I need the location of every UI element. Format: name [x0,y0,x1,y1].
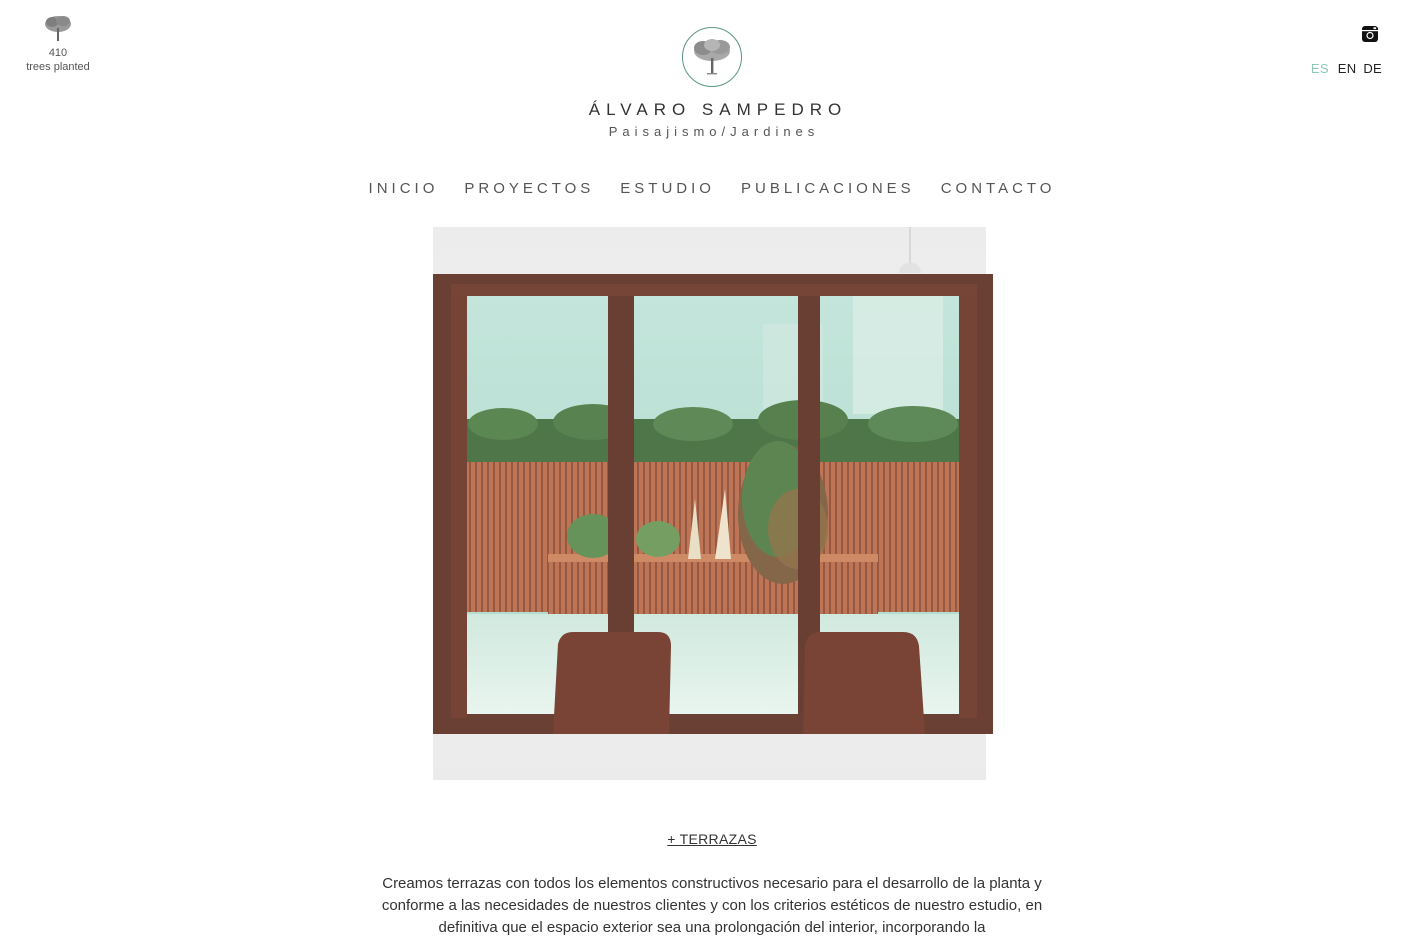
nav-item-publicaciones[interactable]: PUBLICACIONES [741,180,915,197]
trees-label: trees planted [26,61,90,73]
main-nav: INICIO PROYECTOS ESTUDIO PUBLICACIONES C… [0,180,1424,197]
section-description: Creamos terrazas con todos los elementos… [381,875,1043,936]
trees-count: 410 [48,47,68,59]
trees-planted-counter: 410 trees planted [18,14,98,74]
nav-item-estudio[interactable]: ESTUDIO [620,180,715,197]
lang-de[interactable]: DE [1363,61,1382,76]
tree-logo-icon[interactable] [682,27,742,87]
lang-en[interactable]: EN [1338,61,1357,76]
nav-item-contacto[interactable]: CONTACTO [941,180,1056,197]
hero-photo[interactable] [433,274,993,734]
nav-item-proyectos[interactable]: PROYECTOS [464,180,594,197]
tree-icon [45,16,71,41]
section-title-terrazas[interactable]: + TERRAZAS [0,831,1424,847]
brand-subtitle: Paisajismo/Jardines [608,124,820,139]
lang-es[interactable]: ES [1311,61,1329,76]
instagram-icon[interactable] [1362,26,1378,42]
language-switcher: ES EN DE [1306,61,1382,76]
nav-item-inicio[interactable]: INICIO [369,180,439,197]
brand-name[interactable]: ÁLVARO SAMPEDRO [0,100,1424,120]
